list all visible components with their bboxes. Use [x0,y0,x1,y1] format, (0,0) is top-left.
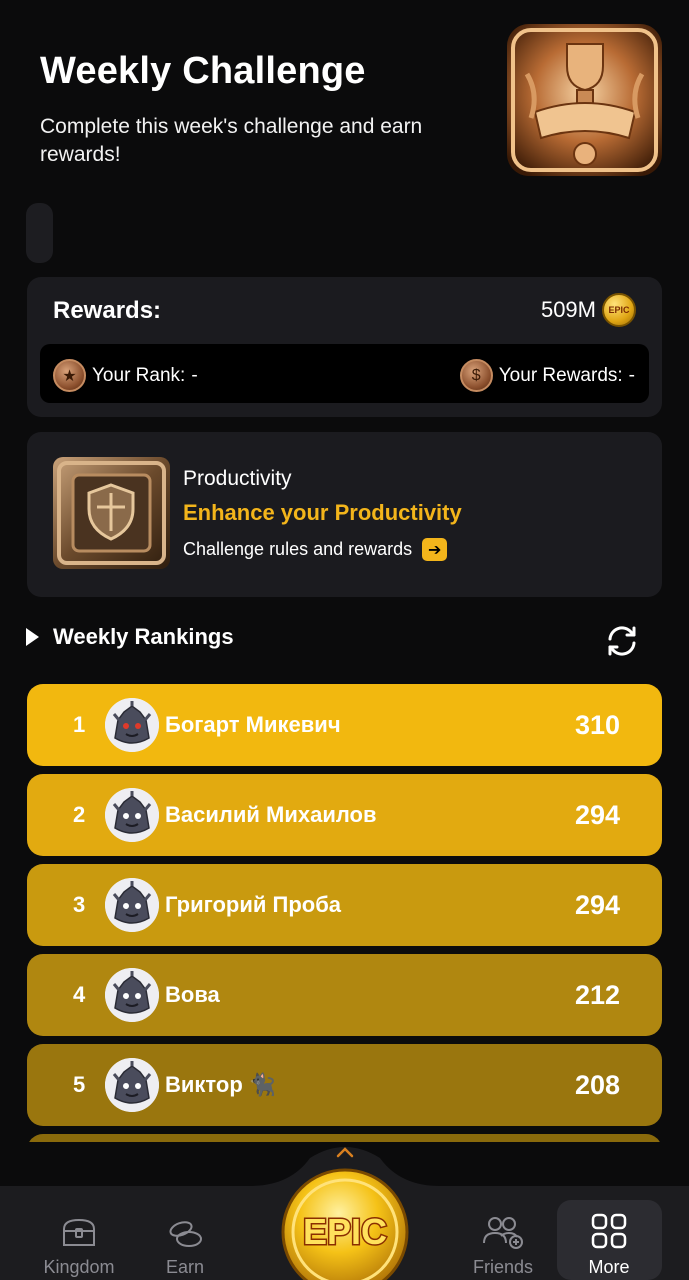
ranking-row[interactable]: 4 Вова 212 [27,954,662,1036]
ranking-rank: 4 [73,982,86,1007]
rewards-card: Rewards: 509M EPIC ★ Your Rank: - $ Your… [27,277,662,417]
chest-icon [63,1218,95,1246]
rankings-toggle[interactable]: Weekly Rankings [26,624,234,650]
page-title: Weekly Challenge [40,50,366,92]
challenge-rules-link[interactable]: Challenge rules and rewards ➔ [183,538,448,561]
page-subtitle: Complete this week's challenge and earn … [40,115,423,166]
avatar [105,968,159,1022]
rewards-amount: 509M [540,297,596,322]
ranking-score: 208 [574,1069,620,1100]
friends-icon [483,1217,523,1249]
ranking-score: 294 [574,889,620,920]
ranking-name: Вова [165,982,220,1007]
ranking-rank: 3 [73,892,86,917]
dollar-coin-icon: $ [459,359,493,392]
shield-frame-image [53,457,170,569]
nav-more-label: More [588,1257,630,1277]
arrow-right-icon[interactable]: ➔ [422,538,448,561]
grid-icon [591,1213,627,1249]
coins-icon [169,1221,202,1247]
triangle-right-icon [26,628,39,646]
avatar [105,1058,159,1112]
ranking-rank: 5 [73,1072,86,1097]
avatar [105,698,159,752]
ranking-score: 294 [574,799,620,830]
challenge-category: Productivity [183,467,292,490]
your-rewards: $ Your Rewards: - [459,359,635,392]
nav-kingdom[interactable]: Kingdom [29,1186,129,1280]
chevron-up-icon[interactable] [336,1146,354,1158]
your-rank: ★ Your Rank: - [53,359,198,392]
challenge-rules-label: Challenge rules and rewards [183,539,413,559]
ranking-name: Виктор 🐈‍⬛ [165,1072,277,1097]
challenge-headline: Enhance your Productivity [183,500,462,525]
nav-more[interactable]: More [559,1186,659,1280]
nav-friends-label: Friends [472,1257,534,1277]
your-rewards-label: Your Rewards: [498,364,623,386]
rankings-title: Weekly Rankings [53,624,234,649]
nav-earn[interactable]: Earn [135,1186,235,1280]
rewards-label: Rewards: [53,297,162,324]
ranking-row[interactable]: 5 Виктор 🐈‍⬛ 208 [27,1044,662,1126]
progress-pill [26,203,53,263]
trophy-badge-image [507,24,662,176]
epic-center-label: EPIC [303,1211,387,1252]
rankings-list[interactable]: 1 Богарт Микевич 310 2 Василий Михаилов 294 3 Г… [27,684,662,1142]
epic-coin-icon: EPIC [602,293,636,327]
nav-kingdom-label: Kingdom [43,1257,115,1277]
avatar [105,878,159,932]
nav-friends[interactable]: Friends [453,1186,553,1280]
your-rank-label: Your Rank: [92,364,186,386]
refresh-icon[interactable] [603,622,641,660]
your-rank-value: - [191,364,198,386]
ranking-name: Богарт Микевич [165,712,341,737]
star-medal-icon: ★ [53,359,86,392]
nav-earn-label: Earn [165,1257,205,1277]
ranking-row[interactable]: 1 Богарт Микевич 310 [27,684,662,766]
ranking-score: 212 [574,979,620,1010]
ranking-row[interactable]: 3 Григорий Проба 294 [27,864,662,946]
your-rewards-value: - [628,364,635,386]
avatar [105,788,159,842]
ranking-row[interactable]: 2 Василий Михаилов 294 [27,774,662,856]
ranking-name: Василий Михаилов [165,802,377,827]
challenge-card[interactable]: Productivity Enhance your Productivity C… [27,432,662,597]
ranking-score: 310 [574,709,620,740]
header: Weekly Challenge Complete this week's ch… [40,50,480,169]
rank-summary-bar: ★ Your Rank: - $ Your Rewards: - [40,344,649,403]
ranking-rank: 1 [73,712,86,737]
ranking-name: Григорий Проба [165,892,342,917]
ranking-rank: 2 [73,802,86,827]
